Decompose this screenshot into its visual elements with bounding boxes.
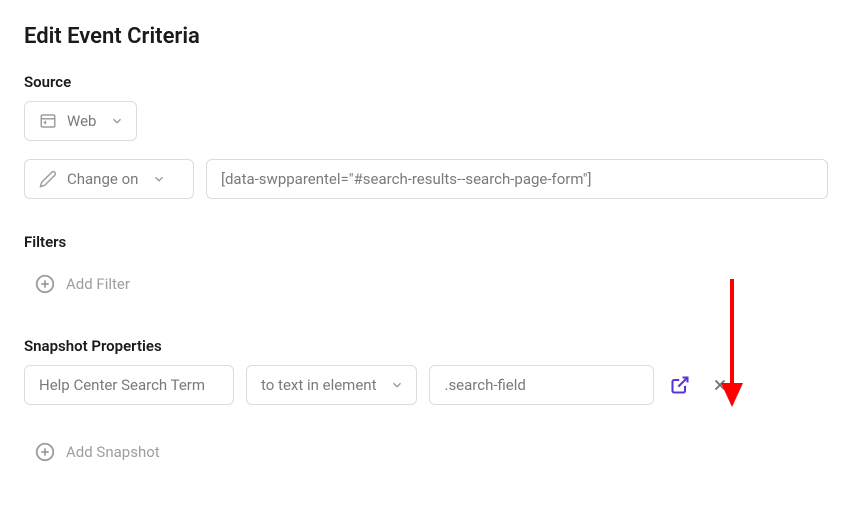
source-section-label: Source — [24, 73, 828, 91]
add-filter-button[interactable]: Add Filter — [28, 269, 136, 299]
snapshot-binding-select[interactable]: to text in element — [246, 365, 417, 405]
chevron-down-icon — [390, 378, 404, 392]
page-title: Edit Event Criteria — [24, 24, 828, 49]
filters-section-label: Filters — [24, 233, 828, 251]
source-platform-select[interactable]: Web — [24, 101, 137, 141]
chevron-down-icon — [152, 172, 166, 186]
snapshot-binding-value: to text in element — [261, 376, 376, 394]
snapshot-section-label: Snapshot Properties — [24, 337, 828, 355]
open-selector-button[interactable] — [666, 371, 694, 399]
browser-icon — [39, 112, 57, 130]
add-filter-label: Add Filter — [66, 275, 130, 293]
snapshot-selector-input[interactable]: .search-field — [429, 365, 654, 405]
source-platform-value: Web — [67, 112, 96, 130]
plus-circle-icon — [34, 441, 56, 463]
trigger-selector-value: [data-swpparentel="#search-results--sear… — [221, 170, 592, 188]
close-icon — [711, 376, 729, 394]
remove-snapshot-button[interactable] — [706, 371, 734, 399]
add-snapshot-button[interactable]: Add Snapshot — [28, 437, 166, 467]
add-snapshot-label: Add Snapshot — [66, 443, 160, 461]
snapshot-name-input[interactable]: Help Center Search Term — [24, 365, 234, 405]
external-link-icon — [670, 375, 690, 395]
trigger-selector-input[interactable]: [data-swpparentel="#search-results--sear… — [206, 159, 828, 199]
trigger-type-select[interactable]: Change on — [24, 159, 194, 199]
trigger-type-value: Change on — [67, 170, 138, 188]
snapshot-selector-value: .search-field — [444, 376, 525, 394]
chevron-down-icon — [110, 114, 124, 128]
snapshot-name-placeholder: Help Center Search Term — [39, 376, 205, 394]
pencil-icon — [39, 170, 57, 188]
plus-circle-icon — [34, 273, 56, 295]
